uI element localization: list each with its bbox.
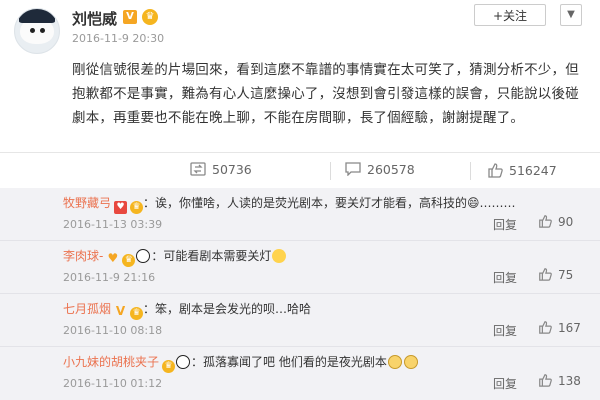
vip-badge-icon: ♛ (142, 9, 158, 25)
like-count: 516247 (509, 163, 557, 178)
list-item: 李肉球- ♥ ♛ ：可能看剧本需要关灯 2016-11-9 21:16 回复 75 (0, 241, 600, 294)
cat-emoji-icon (387, 355, 402, 369)
verified-badge-icon: V (115, 304, 126, 318)
comment-like-button[interactable]: 167 (538, 320, 581, 337)
comment-like-count: 75 (558, 268, 574, 282)
comment-text: ：诶，你懂啥，人读的是荧光剧本，要关灯才能看，高科技的😄……… (143, 196, 516, 210)
comment-username[interactable]: 七月孤烟 (63, 302, 111, 316)
action-divider (330, 162, 331, 180)
comment-username[interactable]: 小九妹的胡桃夹子 (63, 355, 159, 369)
comment-timestamp: 2016-11-10 08:18 (63, 324, 163, 337)
comment-username[interactable]: 牧野藏弓 (63, 196, 111, 210)
post-timestamp[interactable]: 2016-11-9 20:30 (72, 32, 164, 45)
comment-line: 七月孤烟 V ♛ ：笨，剧本是会发光的呗…哈哈 (63, 300, 311, 320)
comment-line: 小九妹的胡桃夹子 ♛ ：孤落寡闻了吧 他们看的是夜光剧本 (63, 353, 419, 373)
reply-button[interactable]: 回复 (493, 375, 517, 392)
comment-timestamp: 2016-11-10 01:12 (63, 377, 163, 390)
member-badge-icon: ♥ (114, 201, 128, 214)
panda-emoji-icon (176, 355, 191, 369)
thumbs-up-icon (538, 214, 552, 231)
thumbs-up-icon (538, 320, 552, 337)
like-action[interactable]: 516247 (487, 162, 557, 180)
verified-badge-icon: V (123, 10, 137, 24)
list-item: 七月孤烟 V ♛ ：笨，剧本是会发光的呗…哈哈 2016-11-10 08:18 回复… (0, 294, 600, 347)
list-item: 小九妹的胡桃夹子 ♛ ：孤落寡闻了吧 他们看的是夜光剧本 2016-11-10 01… (0, 347, 600, 399)
repost-action[interactable]: 50736 (190, 162, 252, 180)
heart-wings-badge-icon: ♥ (107, 251, 119, 265)
weibo-post: 刘恺威 V ♛ 2016-11-9 20:30 +关注 ▼ 剛從信號很差的片場回… (0, 0, 600, 148)
follow-button[interactable]: +关注 (474, 4, 546, 26)
comment-timestamp: 2016-11-13 03:39 (63, 218, 163, 231)
avatar-eye-right (40, 28, 45, 33)
post-action-bar: 50736 260578 516247 (0, 152, 600, 190)
vip-badge-icon: ♛ (122, 254, 136, 267)
comment-count: 260578 (367, 162, 415, 177)
comment-line: 李肉球- ♥ ♛ ：可能看剧本需要关灯 (63, 247, 287, 267)
thumbs-up-icon (538, 267, 552, 284)
reply-button[interactable]: 回复 (493, 322, 517, 339)
thumbs-up-icon (538, 373, 552, 390)
comment-username[interactable]: 李肉球- (63, 249, 103, 263)
comment-line: 牧野藏弓 ♥ ♛ ：诶，你懂啥，人读的是荧光剧本，要关灯才能看，高科技的😄……… (63, 194, 516, 214)
comment-like-count: 90 (558, 215, 574, 229)
chick-emoji-icon (272, 249, 287, 263)
panda-emoji-icon (136, 249, 151, 263)
reply-button[interactable]: 回复 (493, 269, 517, 286)
comment-like-count: 167 (558, 321, 581, 335)
comment-list: 牧野藏弓 ♥ ♛ ：诶，你懂啥，人读的是荧光剧本，要关灯才能看，高科技的😄……… 20… (0, 188, 600, 400)
post-username[interactable]: 刘恺威 (72, 8, 117, 29)
avatar-eye-left (30, 28, 35, 33)
comment-action[interactable]: 260578 (345, 162, 415, 180)
vip-badge-icon: ♛ (130, 307, 144, 320)
comment-like-button[interactable]: 75 (538, 267, 573, 284)
comment-timestamp: 2016-11-9 21:16 (63, 271, 156, 284)
thumbs-up-icon (487, 162, 503, 181)
comment-text: ：可能看剧本需要关灯 (151, 249, 272, 263)
reply-button[interactable]: 回复 (493, 216, 517, 233)
vip-badge-icon: ♛ (162, 360, 176, 373)
chevron-down-icon[interactable]: ▼ (560, 4, 582, 26)
cat-emoji-icon (403, 355, 418, 369)
comment-like-button[interactable]: 90 (538, 214, 573, 231)
post-text: 剛從信號很差的片場回來，看到這麼不靠譜的事情實在太可笑了，猜測分析不少，但抱歉都… (72, 62, 579, 126)
list-item: 牧野藏弓 ♥ ♛ ：诶，你懂啥，人读的是荧光剧本，要关灯才能看，高科技的😄……… 20… (0, 188, 600, 241)
comment-like-count: 138 (558, 374, 581, 388)
comment-icon (345, 162, 361, 179)
repost-icon (190, 162, 206, 179)
comment-text: ：孤落寡闻了吧 他们看的是夜光剧本 (191, 355, 387, 369)
repost-count: 50736 (212, 162, 252, 177)
vip-badge-icon: ♛ (130, 201, 144, 214)
avatar-hat (19, 9, 55, 23)
avatar[interactable] (14, 8, 60, 54)
comment-text: ：笨，剧本是会发光的呗…哈哈 (143, 302, 312, 316)
comment-like-button[interactable]: 138 (538, 373, 581, 390)
action-divider (470, 162, 471, 180)
